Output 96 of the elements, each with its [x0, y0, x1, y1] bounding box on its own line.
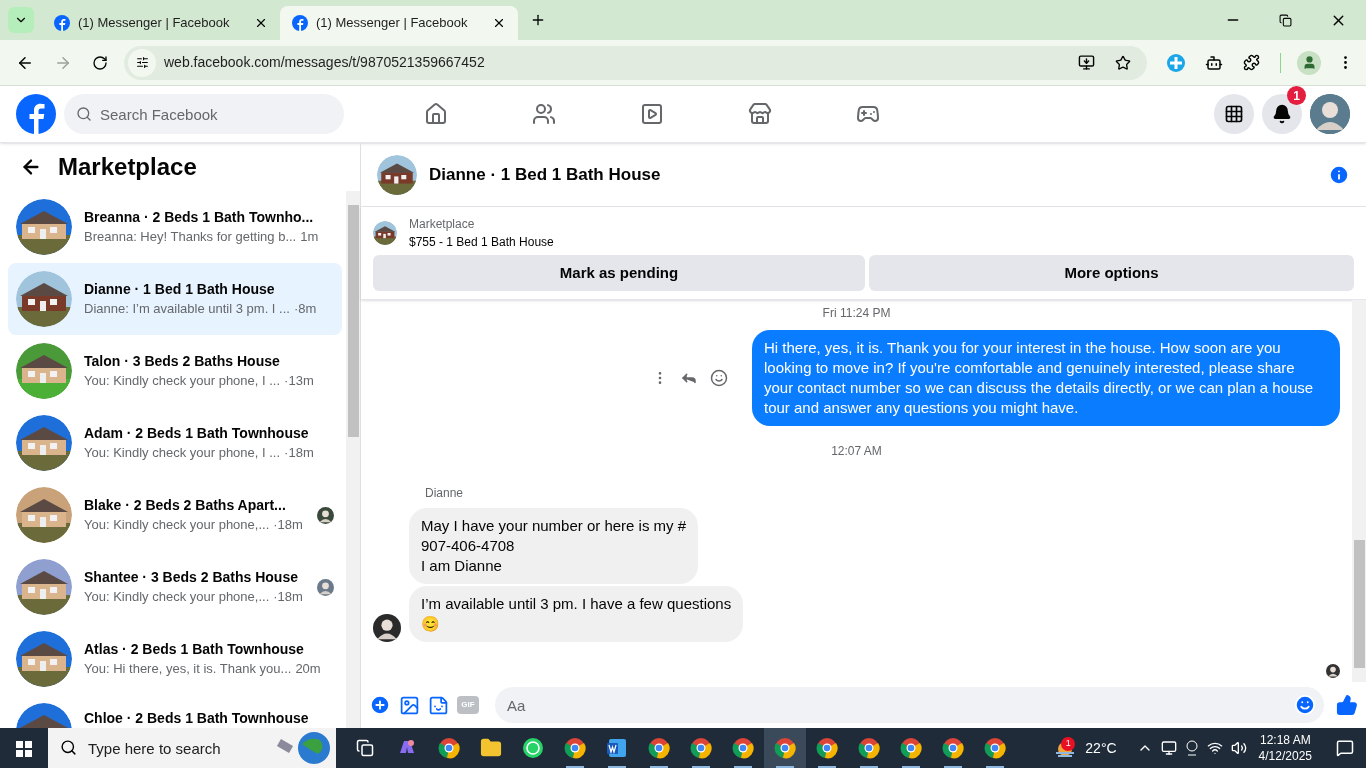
listing-label: Marketplace — [409, 216, 476, 233]
conversation-title: Breanna · 2 Beds 1 Bath Townho... — [84, 207, 315, 227]
account-avatar[interactable] — [1310, 94, 1350, 134]
facebook-icon — [54, 15, 70, 31]
robot-icon[interactable] — [1205, 53, 1223, 72]
restore-icon[interactable] — [1279, 13, 1292, 27]
conversation-item[interactable]: Atlas · 2 Beds 1 Bath Townhouse You: Hi there, yes, it is. Thank you... 20m — [8, 623, 342, 695]
listing-button[interactable]: More options — [869, 255, 1354, 291]
tab-search-button[interactable] — [8, 7, 34, 33]
message-time: 1m — [300, 227, 319, 246]
marketplace-icon[interactable] — [748, 102, 772, 126]
grid-icon — [1224, 104, 1244, 124]
conversation-title: Blake · 2 Beds 2 Baths Apart... — [84, 495, 287, 515]
info-icon[interactable] — [1328, 163, 1350, 186]
listing-button[interactable]: Mark as pending — [373, 255, 865, 291]
new-tab-icon[interactable] — [530, 12, 546, 28]
conversation-title: Shantee · 3 Beds 2 Baths House — [84, 567, 299, 587]
weather-widget[interactable]: 1 22°C — [1045, 737, 1125, 759]
tab-title: (1) Messenger | Facebook — [316, 14, 469, 33]
sender-name: Dianne — [425, 485, 465, 502]
site-info-icon[interactable] — [128, 48, 156, 77]
conversation-title: Chloe · 2 Beds 1 Bath Townhouse — [84, 709, 310, 728]
home-icon[interactable] — [424, 102, 448, 126]
photo-icon[interactable] — [399, 694, 420, 716]
conversation-title: Adam · 2 Beds 1 Bath Townhouse — [84, 423, 310, 443]
install-icon[interactable] — [1078, 54, 1095, 71]
notifications-icon[interactable] — [1336, 739, 1354, 757]
conversation-item[interactable]: Talon · 3 Beds 2 Baths House You: Kindly check your phone, I ... ·13m — [8, 335, 342, 407]
message-time: ·18m — [273, 515, 303, 534]
message-preview: Breanna: Hey! Thanks for getting b... — [84, 227, 297, 246]
profile-icon[interactable] — [1297, 50, 1321, 75]
emoji-icon[interactable] — [1294, 694, 1316, 716]
message-time: ·18m — [284, 443, 314, 462]
volume-icon[interactable] — [1230, 740, 1247, 756]
sent-message: Hi there, yes, it is. Thank you for your interest in the house. How soon are you looking to move in? If you're comfortable and genuinely interested, please share your contact number so we can discuss the details directly, or we can plan a house tour and answer any questions you might have. — [752, 330, 1340, 426]
message-preview: You: Kindly check your phone,... — [84, 515, 270, 534]
message-field[interactable]: Aa — [495, 687, 1324, 723]
extension-icon[interactable] — [1167, 53, 1185, 72]
search-icon — [76, 106, 92, 122]
message-time: ·8m — [293, 299, 317, 318]
conversation-title: Dianne · 1 Bed 1 Bath House — [84, 279, 276, 299]
message-preview: You: Kindly check your phone,... — [84, 587, 270, 606]
search-field[interactable]: Search Facebook — [64, 94, 344, 134]
reload-icon[interactable] — [92, 54, 108, 71]
menu-button[interactable] — [1214, 94, 1254, 134]
browser-tab[interactable]: (1) Messenger | Facebook — [42, 6, 280, 40]
camera-icon[interactable] — [1184, 740, 1199, 756]
facebook-icon — [292, 15, 308, 31]
tab-title: (1) Messenger | Facebook — [78, 14, 231, 33]
message-preview: You: Kindly check your phone, I ... — [84, 443, 281, 462]
url-text: web.facebook.com/messages/t/9870521359667452 — [164, 53, 486, 72]
message-preview: Dianne: I’m available until 3 pm. I ... — [84, 299, 290, 318]
sticker-icon[interactable] — [428, 694, 449, 716]
video-icon[interactable] — [640, 102, 664, 126]
sidebar-title: Marketplace — [58, 152, 197, 182]
scrollbar[interactable] — [346, 191, 360, 728]
bell-icon — [1272, 104, 1292, 124]
conversation-item[interactable]: Adam · 2 Beds 1 Bath Townhouse You: Kindly check your phone, I ... ·18m — [8, 407, 342, 479]
clock-date: 4/12/2025 — [1258, 748, 1312, 764]
message-time: 20m — [295, 659, 321, 678]
bookmark-icon[interactable] — [1115, 54, 1131, 71]
weather-badge: 1 — [1061, 737, 1076, 751]
react-icon[interactable] — [710, 369, 728, 387]
conversation-item[interactable]: Blake · 2 Beds 2 Baths Apart... You: Kindly check your phone,... ·18m — [8, 479, 342, 551]
timestamp: Fri 11:24 PM — [822, 305, 891, 322]
conversation-item[interactable]: Shantee · 3 Beds 2 Baths House You: Kindly check your phone,... ·18m — [8, 551, 342, 623]
received-message: I’m available until 3 pm. I have a few questions 😊 — [409, 586, 744, 642]
chrome-icon[interactable] — [764, 728, 806, 768]
conversation-title: Atlas · 2 Beds 1 Bath Townhouse — [84, 639, 305, 659]
facebook-logo[interactable] — [16, 94, 56, 134]
chat-title: Dianne · 1 Bed 1 Bath House — [429, 163, 661, 186]
message-preview: You: Hi there, yes, it is. Thank you... — [84, 659, 292, 678]
close-icon[interactable] — [492, 16, 506, 30]
message-preview: You: Kindly check your phone, I ... — [84, 371, 281, 390]
close-icon[interactable] — [254, 16, 268, 30]
notification-badge: 1 — [1287, 86, 1306, 105]
display-icon[interactable] — [1160, 740, 1177, 756]
conversation-title: Talon · 3 Beds 2 Baths House — [84, 351, 281, 371]
address-bar[interactable]: web.facebook.com/messages/t/9870521359667452 — [124, 45, 1147, 80]
conversation-item[interactable]: Breanna · 2 Beds 1 Bath Townho... Breanna: Hey! Thanks for getting b... 1m — [8, 191, 342, 263]
extensions-icon[interactable] — [1243, 54, 1260, 71]
listing-price: $755 - 1 Bed 1 Bath House — [409, 234, 554, 251]
add-icon[interactable] — [369, 694, 391, 716]
like-icon[interactable] — [1336, 694, 1358, 716]
network-icon[interactable] — [1206, 740, 1223, 756]
message-time: ·18m — [273, 587, 303, 606]
timestamp: 12:07 AM — [831, 443, 882, 460]
friends-icon[interactable] — [532, 102, 556, 126]
conversation-item[interactable]: Dianne · 1 Bed 1 Bath House Dianne: I’m available until 3 pm. I ... ·8m — [8, 263, 342, 335]
browser-tab[interactable]: (1) Messenger | Facebook — [280, 6, 518, 40]
message-time: ·13m — [284, 371, 314, 390]
search-icon — [60, 739, 77, 756]
temperature: 22°C — [1085, 738, 1117, 758]
scrollbar[interactable] — [1352, 300, 1366, 682]
received-message: May I have your number or here is my # 907-406-4708 I am Dianne — [409, 508, 699, 584]
clock-time: 12:18 AM — [1259, 732, 1311, 748]
